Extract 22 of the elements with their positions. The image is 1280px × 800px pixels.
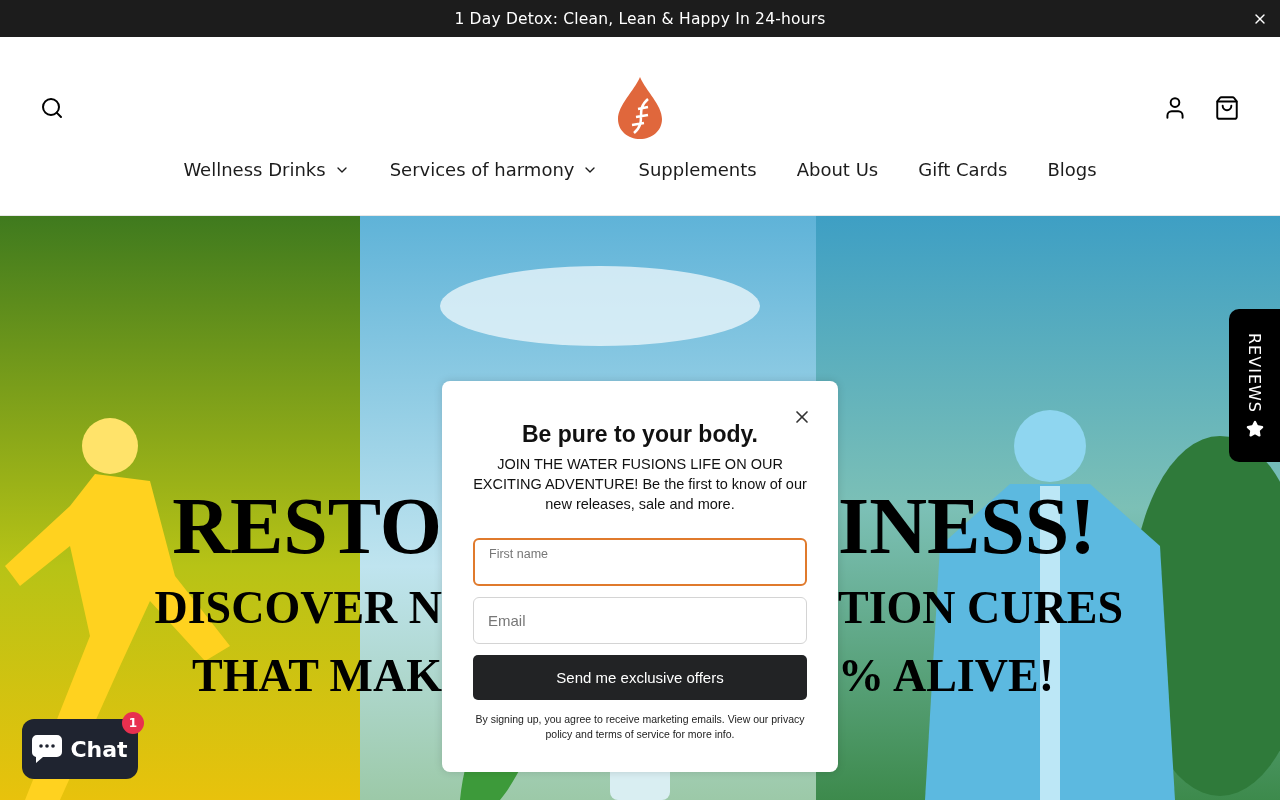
disclaimer-text: By signing up, you agree to receive marketing emails. View our privacy policy and terms of service for more info. bbox=[474, 712, 806, 742]
drop-logo[interactable] bbox=[618, 77, 662, 139]
nav-link[interactable]: Blogs bbox=[1047, 159, 1097, 180]
search-icon[interactable] bbox=[40, 96, 64, 120]
reviews-tab[interactable]: REVIEWS bbox=[1229, 309, 1280, 462]
submit-button[interactable]: Send me exclusive offers bbox=[473, 655, 807, 700]
subheadline-fragment: TION CURES bbox=[838, 581, 1123, 635]
popup-title: Be pure to your body. bbox=[522, 421, 758, 448]
popup-description: JOIN THE WATER FUSIONS LIFE ON OUR EXCITING ADVENTURE! Be the first to know of our new releases, sale and more. bbox=[473, 455, 807, 514]
subheadline-fragment: % ALIVE! bbox=[838, 649, 1054, 703]
input-field[interactable]: First name bbox=[473, 538, 807, 586]
nav-link[interactable]: Services of harmony bbox=[389, 159, 599, 180]
cart-icon[interactable] bbox=[1214, 95, 1240, 121]
chat-bubble-icon bbox=[32, 735, 63, 763]
nav-link[interactable]: Wellness Drinks bbox=[183, 159, 350, 180]
nav-link[interactable]: Gift Cards bbox=[918, 159, 1008, 180]
headline-fragment: INESS! bbox=[838, 481, 1096, 572]
announcement-text: 1 Day Detox: Clean, Lean & Happy In 24-hours bbox=[454, 9, 826, 28]
input-field[interactable]: Email bbox=[473, 597, 807, 644]
star-icon bbox=[1245, 420, 1264, 439]
nav-link[interactable]: Supplements bbox=[638, 159, 757, 180]
nav-link[interactable]: About Us bbox=[796, 159, 879, 180]
